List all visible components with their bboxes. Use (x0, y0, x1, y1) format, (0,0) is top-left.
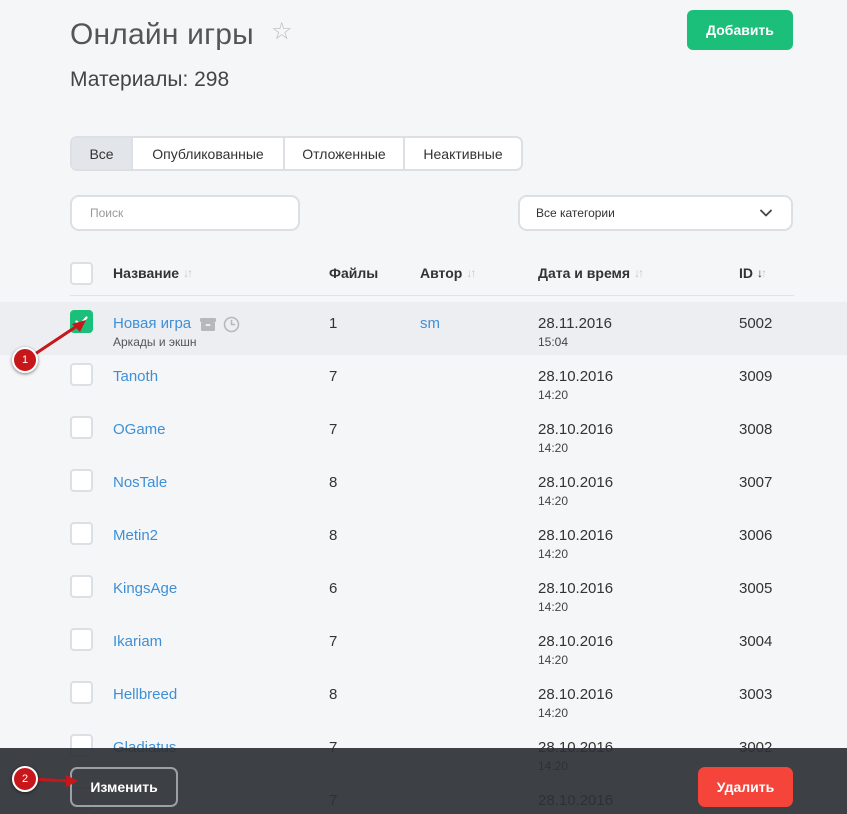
table-row[interactable]: KingsAge 6 28.10.2016 14:20 3005 (0, 567, 847, 620)
column-header-id[interactable]: ID ↓↑ (739, 265, 767, 281)
search-input[interactable] (70, 195, 300, 231)
table-row[interactable]: OGame 7 28.10.2016 14:20 3008 (0, 408, 847, 461)
table-row[interactable]: NosTale 8 28.10.2016 14:20 3007 (0, 461, 847, 514)
row-files: 6 (329, 580, 338, 597)
row-date: 28.10.2016 (538, 580, 614, 597)
sort-active-icon: ↓↑ (757, 266, 767, 280)
row-title-link[interactable]: OGame (113, 421, 166, 438)
row-files: 8 (329, 474, 338, 491)
row-title-link[interactable]: Metin2 (113, 527, 158, 544)
header-divider (70, 295, 794, 296)
table-row[interactable]: Hellbreed 8 28.10.2016 14:20 3003 (0, 673, 847, 726)
delete-button[interactable]: Удалить (698, 767, 793, 807)
row-id: 3006 (739, 527, 773, 544)
status-tabs: Все Опубликованные Отложенные Неактивные (70, 136, 523, 171)
row-title-link[interactable]: Ikariam (113, 633, 162, 650)
row-date: 28.10.2016 (538, 686, 614, 703)
row-title-link[interactable]: NosTale (113, 474, 167, 491)
tab-scheduled[interactable]: Отложенные (285, 138, 405, 169)
add-button[interactable]: Добавить (687, 10, 793, 50)
row-files: 7 (329, 421, 338, 438)
column-header-files: Файлы (329, 265, 379, 281)
row-time: 14:20 (538, 706, 569, 720)
category-select[interactable]: Все категории (518, 195, 793, 231)
select-all-checkbox[interactable] (70, 262, 93, 285)
chevron-down-icon (760, 209, 772, 217)
row-time: 14:20 (538, 388, 569, 402)
row-id: 3005 (739, 580, 773, 597)
row-time: 15:04 (538, 335, 569, 349)
row-date: 28.10.2016 (538, 421, 614, 438)
annotation-badge-2: 2 (12, 766, 38, 792)
row-checkbox[interactable] (70, 575, 93, 598)
row-time: 14:20 (538, 653, 569, 667)
column-header-name[interactable]: Название ↓↑ (113, 265, 193, 281)
category-select-value: Все категории (536, 206, 615, 220)
sort-icon: ↓↑ (183, 266, 193, 280)
materials-count: Материалы: 298 (70, 68, 230, 91)
table-row[interactable]: Metin2 8 28.10.2016 14:20 3006 (0, 514, 847, 567)
row-id: 3007 (739, 474, 773, 491)
row-id: 3008 (739, 421, 773, 438)
star-icon[interactable]: ☆ (271, 20, 293, 44)
sort-icon: ↓↑ (634, 266, 644, 280)
row-files: 8 (329, 527, 338, 544)
row-checkbox[interactable] (70, 522, 93, 545)
row-time: 14:20 (538, 494, 569, 508)
row-time: 14:20 (538, 600, 569, 614)
row-date: 28.10.2016 (538, 474, 614, 491)
row-checkbox[interactable] (70, 681, 93, 704)
row-date: 28.10.2016 (538, 368, 614, 385)
row-files: 7 (329, 368, 338, 385)
column-header-author[interactable]: Автор ↓↑ (420, 265, 476, 281)
row-id: 3003 (739, 686, 773, 703)
row-files: 1 (329, 315, 338, 332)
row-category: Аркады и экшн (113, 335, 197, 349)
tab-all[interactable]: Все (72, 138, 133, 169)
row-id: 3004 (739, 633, 773, 650)
table-row[interactable]: Tanoth 7 28.10.2016 14:20 3009 (0, 355, 847, 408)
row-files: 7 (329, 633, 338, 650)
page-title: Онлайн игры (70, 18, 254, 51)
row-title-link[interactable]: Hellbreed (113, 686, 177, 703)
bulk-action-bar: Изменить Удалить (0, 748, 847, 814)
row-title-link[interactable]: Новая игра (113, 315, 191, 332)
row-date: 28.11.2016 (538, 315, 612, 332)
row-title-link[interactable]: KingsAge (113, 580, 177, 597)
row-status-icons (199, 316, 240, 333)
row-id: 3009 (739, 368, 773, 385)
row-date: 28.10.2016 (538, 527, 614, 544)
annotation-badge-1: 1 (12, 347, 38, 373)
tab-published[interactable]: Опубликованные (133, 138, 285, 169)
row-files: 8 (329, 686, 338, 703)
table-header: Название ↓↑ Файлы Автор ↓↑ Дата и время … (0, 258, 847, 296)
row-author-link[interactable]: sm (420, 315, 440, 332)
row-id: 5002 (739, 315, 773, 332)
row-checkbox[interactable] (70, 628, 93, 651)
tab-inactive[interactable]: Неактивные (405, 138, 521, 169)
archive-icon (200, 318, 216, 331)
row-checkbox[interactable] (70, 469, 93, 492)
row-title-link[interactable]: Tanoth (113, 368, 158, 385)
row-date: 28.10.2016 (538, 633, 614, 650)
table-row[interactable]: Новая игра Аркады и экшн 1 sm 28.11.2016 15:0… (0, 302, 847, 355)
row-time: 14:20 (538, 547, 569, 561)
clock-icon (223, 316, 240, 333)
table-row[interactable]: Ikariam 7 28.10.2016 14:20 3004 (0, 620, 847, 673)
column-header-date[interactable]: Дата и время ↓↑ (538, 265, 644, 281)
sort-icon: ↓↑ (466, 266, 476, 280)
row-checkbox[interactable] (70, 416, 93, 439)
row-time: 14:20 (538, 441, 569, 455)
